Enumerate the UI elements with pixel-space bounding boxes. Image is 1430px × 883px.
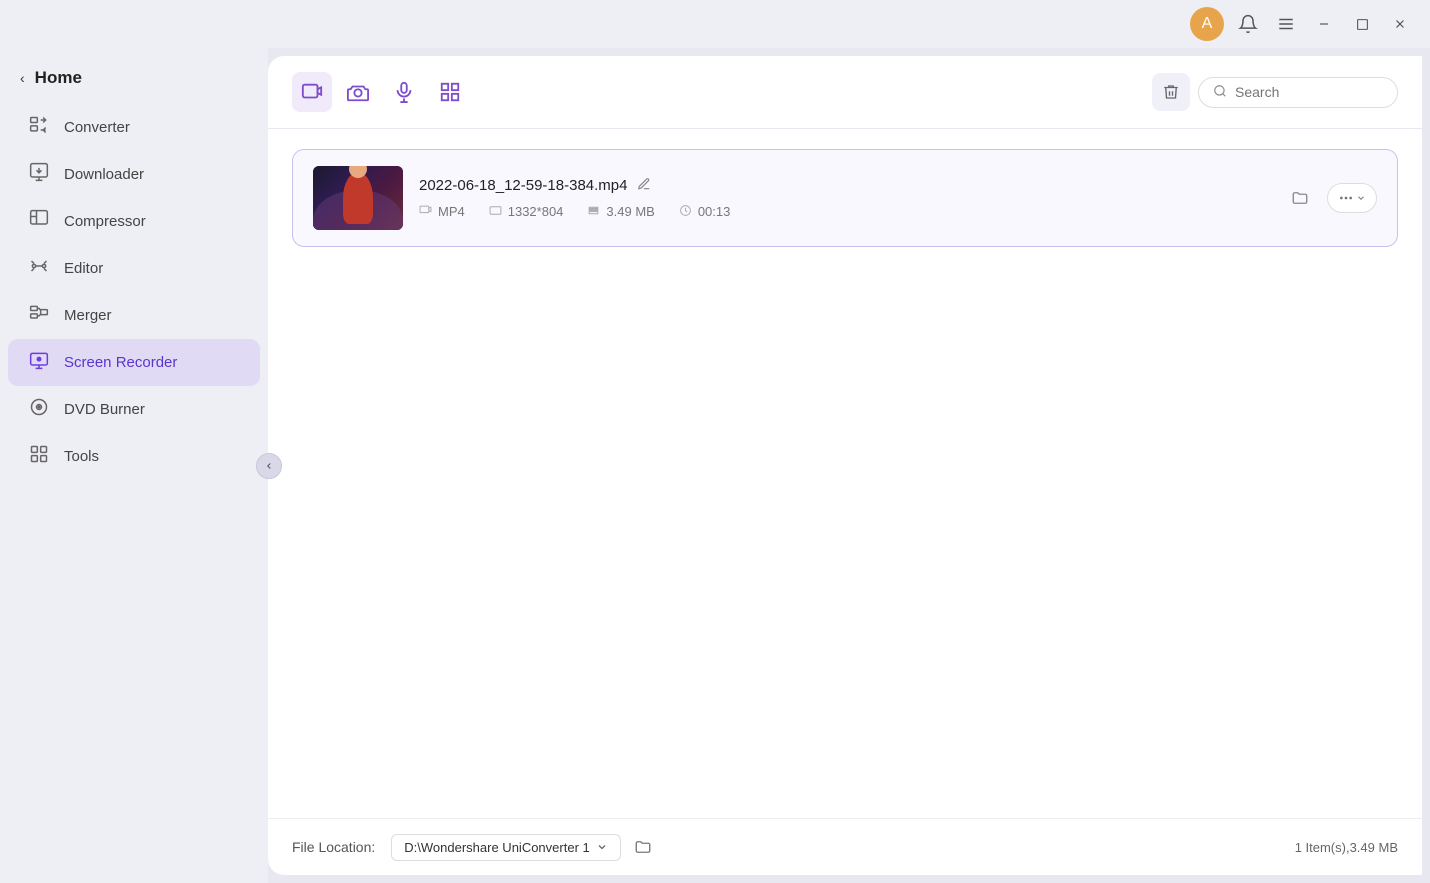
file-location-label: File Location:	[292, 839, 375, 855]
tools-icon	[28, 444, 50, 469]
footer-count: 1 Item(s),3.49 MB	[1295, 840, 1398, 855]
file-resolution: 1332*804	[489, 204, 564, 220]
size-icon	[587, 204, 600, 220]
converter-icon	[28, 115, 50, 140]
location-path: D:\Wondershare UniConverter 1	[404, 840, 589, 855]
file-folder-button[interactable]	[1283, 181, 1317, 215]
search-box	[1198, 77, 1398, 108]
title-bar-actions: A	[1190, 7, 1414, 41]
home-label: Home	[35, 68, 82, 88]
file-duration-value: 00:13	[698, 204, 731, 219]
duration-icon	[679, 204, 692, 220]
file-size-value: 3.49 MB	[606, 204, 654, 219]
footer-location: D:\Wondershare UniConverter 1	[391, 833, 656, 861]
close-button[interactable]	[1386, 10, 1414, 38]
compressor-icon	[28, 209, 50, 234]
toolbar	[268, 56, 1422, 129]
avatar-button[interactable]: A	[1190, 7, 1224, 41]
file-format: MP4	[419, 204, 465, 220]
file-info: 2022-06-18_12-59-18-384.mp4	[419, 177, 1267, 220]
file-name: 2022-06-18_12-59-18-384.mp4	[419, 177, 627, 194]
thumbnail-art	[313, 166, 403, 230]
sidebar-item-screen-recorder[interactable]: Screen Recorder	[8, 339, 260, 386]
avatar-icon: A	[1202, 15, 1213, 33]
main-content: 2022-06-18_12-59-18-384.mp4	[268, 56, 1422, 875]
title-bar: A	[0, 0, 1430, 48]
location-select[interactable]: D:\Wondershare UniConverter 1	[391, 834, 620, 861]
notification-bell-icon[interactable]	[1234, 10, 1262, 38]
file-meta: MP4 1332*804	[419, 204, 1267, 220]
file-item: 2022-06-18_12-59-18-384.mp4	[292, 149, 1398, 247]
editor-icon	[28, 256, 50, 281]
sidebar-item-tools[interactable]: Tools	[8, 433, 260, 480]
sidebar: ‹ Home Converter Downloader	[0, 48, 268, 883]
sidebar-home[interactable]: ‹ Home	[0, 60, 268, 104]
maximize-button[interactable]	[1348, 10, 1376, 38]
file-area: 2022-06-18_12-59-18-384.mp4	[268, 129, 1422, 818]
tab-camera[interactable]	[338, 72, 378, 112]
menu-icon[interactable]	[1272, 10, 1300, 38]
file-size: 3.49 MB	[587, 204, 654, 220]
format-icon	[419, 204, 432, 220]
sidebar-collapse-button[interactable]	[256, 453, 282, 479]
minimize-button[interactable]	[1310, 10, 1338, 38]
file-format-value: MP4	[438, 204, 465, 219]
file-name-row: 2022-06-18_12-59-18-384.mp4	[419, 177, 1267, 194]
search-icon	[1213, 84, 1227, 101]
file-edit-icon[interactable]	[637, 177, 651, 194]
toolbar-tabs	[292, 72, 470, 112]
sidebar-item-label-converter: Converter	[64, 119, 130, 136]
location-folder-button[interactable]	[629, 833, 657, 861]
dvd-burner-icon	[28, 397, 50, 422]
sidebar-item-compressor[interactable]: Compressor	[8, 198, 260, 245]
resolution-icon	[489, 204, 502, 220]
sidebar-item-label-merger: Merger	[64, 307, 112, 324]
sidebar-item-merger[interactable]: Merger	[8, 292, 260, 339]
tab-video[interactable]	[292, 72, 332, 112]
trash-button[interactable]	[1152, 73, 1190, 111]
footer: File Location: D:\Wondershare UniConvert…	[268, 818, 1422, 875]
merger-icon	[28, 303, 50, 328]
sidebar-item-converter[interactable]: Converter	[8, 104, 260, 151]
search-input[interactable]	[1235, 84, 1375, 100]
back-chevron-icon: ‹	[20, 70, 25, 86]
file-actions	[1283, 181, 1377, 215]
sidebar-item-label-tools: Tools	[64, 448, 99, 465]
sidebar-item-label-compressor: Compressor	[64, 213, 146, 230]
sidebar-item-downloader[interactable]: Downloader	[8, 151, 260, 198]
file-more-button[interactable]	[1327, 183, 1377, 213]
sidebar-item-label-dvd-burner: DVD Burner	[64, 401, 145, 418]
sidebar-item-label-screen-recorder: Screen Recorder	[64, 354, 177, 371]
tab-grid[interactable]	[430, 72, 470, 112]
screen-recorder-icon	[28, 350, 50, 375]
sidebar-item-dvd-burner[interactable]: DVD Burner	[8, 386, 260, 433]
tab-mic[interactable]	[384, 72, 424, 112]
file-thumbnail	[313, 166, 403, 230]
file-duration: 00:13	[679, 204, 731, 220]
sidebar-item-editor[interactable]: Editor	[8, 245, 260, 292]
sidebar-item-label-downloader: Downloader	[64, 166, 144, 183]
app-body: ‹ Home Converter Downloader	[0, 48, 1430, 883]
file-resolution-value: 1332*804	[508, 204, 564, 219]
sidebar-item-label-editor: Editor	[64, 260, 103, 277]
downloader-icon	[28, 162, 50, 187]
